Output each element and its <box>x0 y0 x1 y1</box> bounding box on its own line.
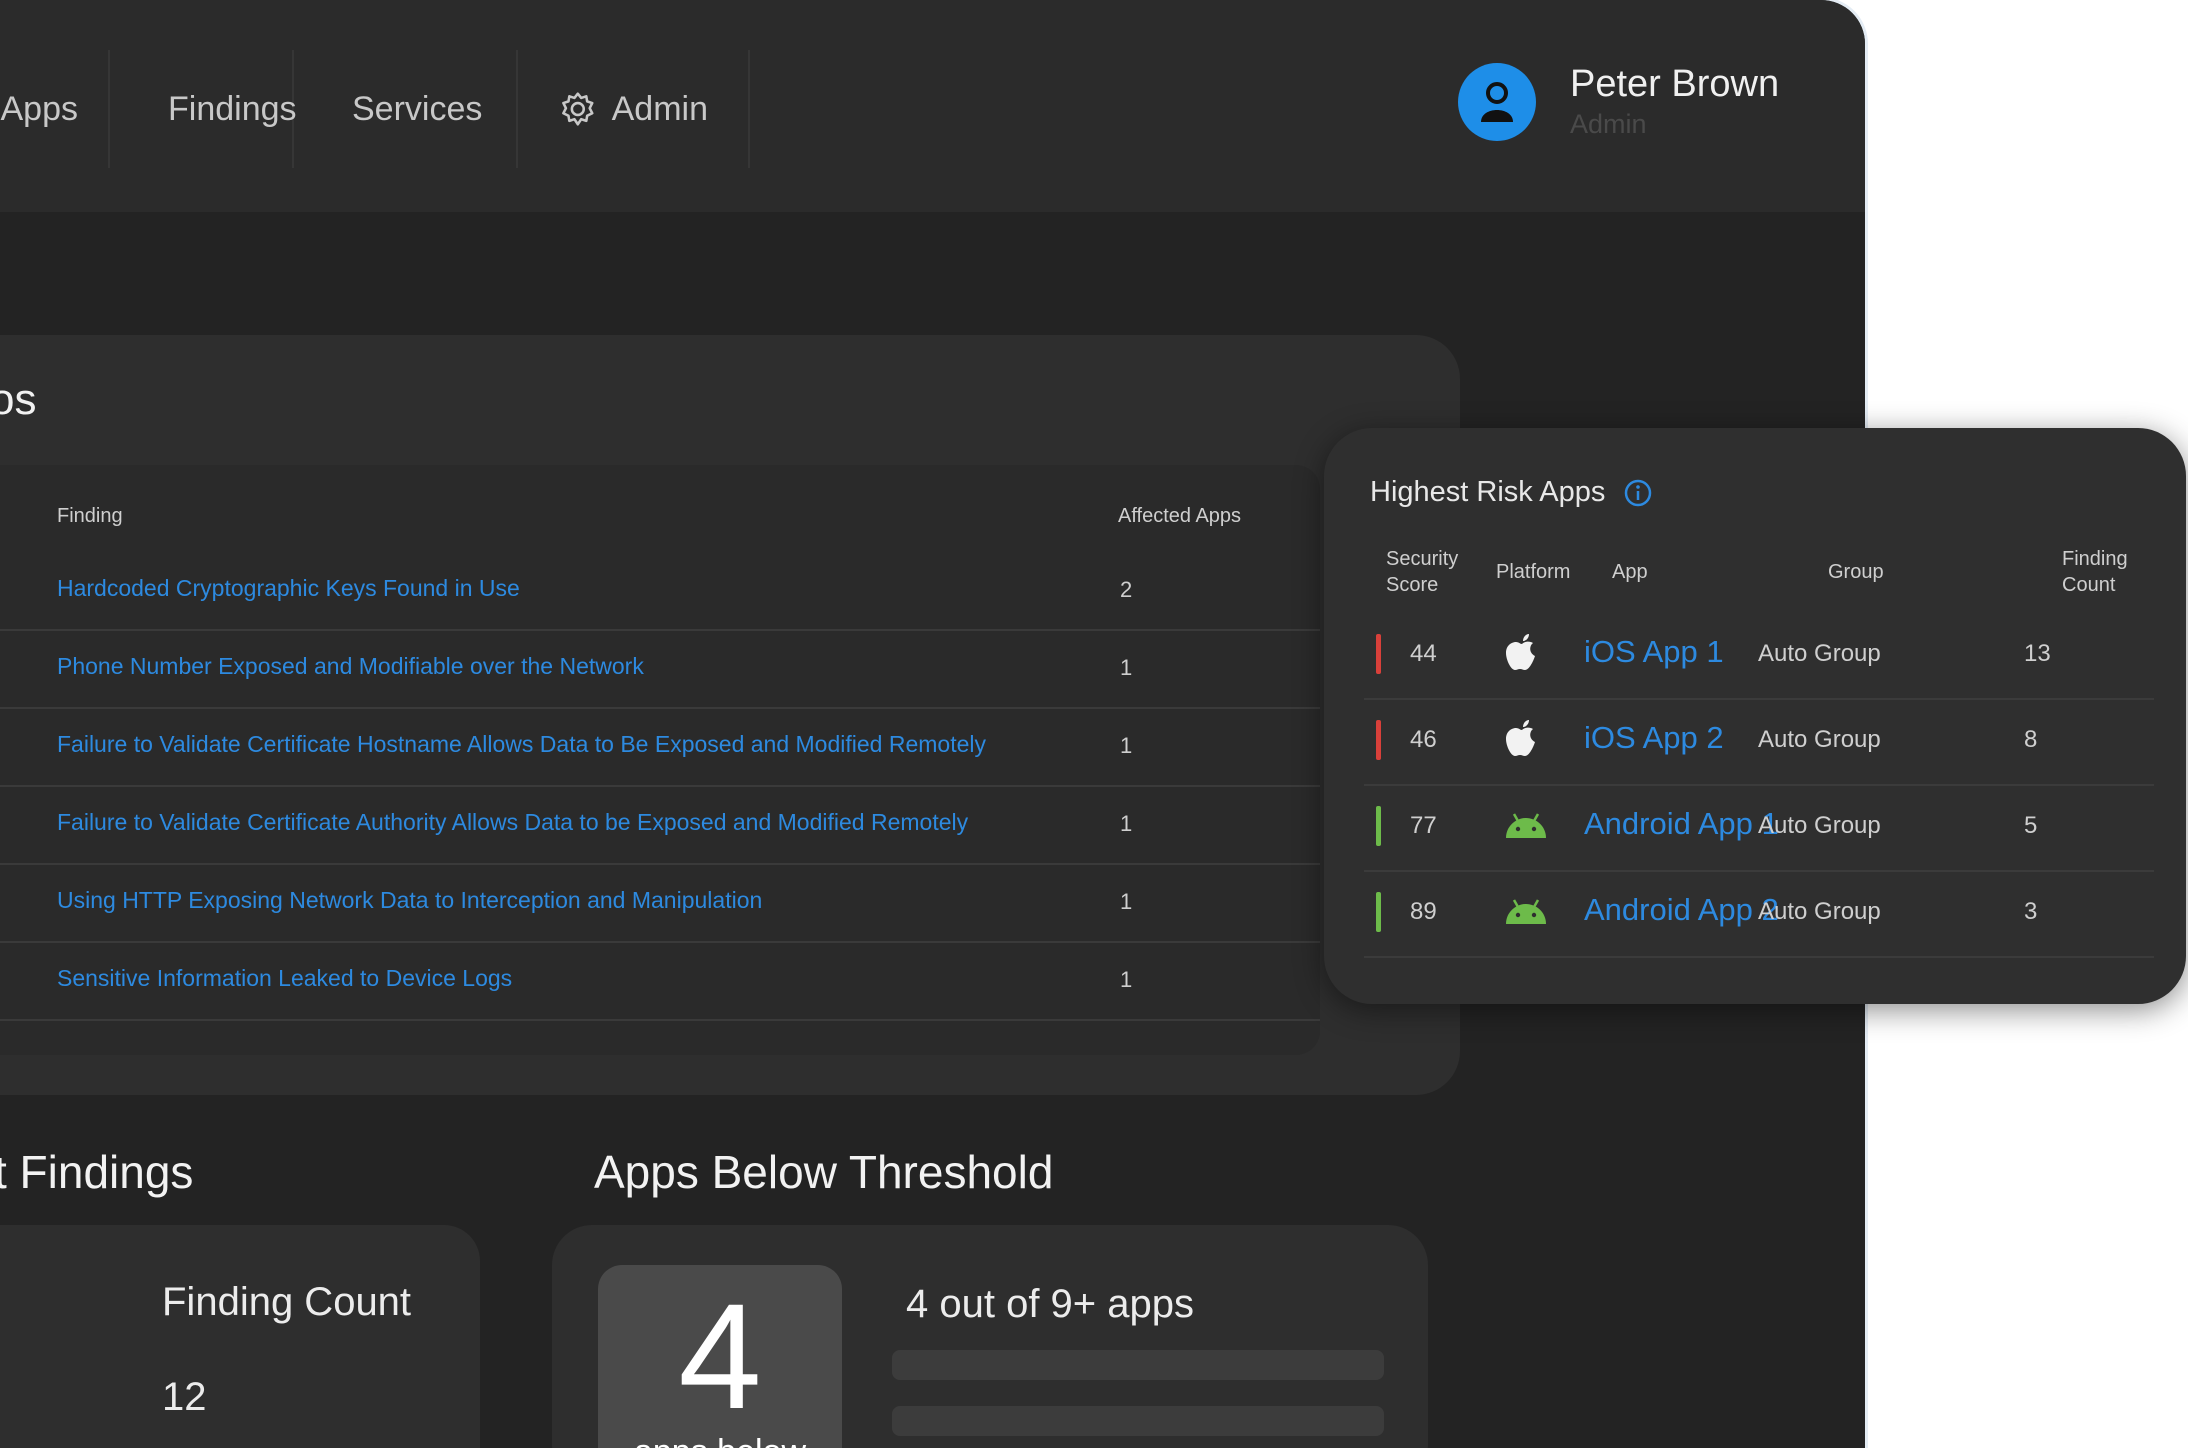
nav-services-label: Services <box>352 89 483 128</box>
risk-indicator <box>1376 720 1381 760</box>
security-score: 77 <box>1410 812 1437 839</box>
finding-link[interactable]: Failure to Validate Certificate Hostname… <box>57 731 986 758</box>
table-row[interactable]: 77 Android App 1 Auto Group 5 <box>1364 786 2154 872</box>
finding-count-value: 12 <box>162 1375 207 1419</box>
gear-icon <box>562 92 594 126</box>
finding-link[interactable]: Hardcoded Cryptographic Keys Found in Us… <box>57 575 520 602</box>
risk-indicator <box>1376 634 1381 674</box>
nav-services[interactable]: Services <box>296 50 518 168</box>
finding-count: 5 <box>2024 812 2038 839</box>
finding-count: 8 <box>2024 726 2038 753</box>
nav-apps-label: Apps <box>0 89 79 128</box>
placeholder-bar <box>892 1350 1384 1380</box>
threshold-summary: 4 out of 9+ apps <box>906 1282 1195 1326</box>
column-header-affected-apps: Affected Apps <box>1118 505 1242 527</box>
user-role: Admin <box>1570 109 1647 139</box>
nav-admin[interactable]: Admin <box>520 50 750 168</box>
finding-link[interactable]: Sensitive Information Leaked to Device L… <box>57 965 512 992</box>
table-row: Hardcoded Cryptographic Keys Found in Us… <box>0 553 1320 631</box>
affected-count: 1 <box>1120 967 1133 992</box>
nav-apps[interactable]: Apps <box>0 50 110 168</box>
table-row: Failure to Validate Certificate Authorit… <box>0 787 1320 865</box>
apple-icon <box>1506 634 1535 670</box>
finding-link[interactable]: Phone Number Exposed and Modifiable over… <box>57 653 644 680</box>
app-group: Auto Group <box>1758 640 1881 667</box>
affected-count: 1 <box>1120 655 1133 680</box>
table-row: Using HTTP Exposing Network Data to Inte… <box>0 865 1320 943</box>
nav-findings[interactable]: Findings <box>112 50 297 168</box>
highest-risk-apps-card: Highest Risk Apps Security Score Platfor… <box>1324 428 2186 1004</box>
security-score: 89 <box>1410 898 1437 925</box>
nav-admin-label: Admin <box>611 89 708 128</box>
app-link[interactable]: Android App 2 <box>1584 892 1779 928</box>
column-header-finding: Finding <box>57 505 123 527</box>
table-row[interactable]: 89 Android App 2 Auto Group 3 <box>1364 872 2154 958</box>
risk-indicator <box>1376 892 1381 932</box>
security-score: 46 <box>1410 726 1437 753</box>
app-group: Auto Group <box>1758 726 1881 753</box>
recent-findings-card <box>0 1225 480 1448</box>
column-header-security-score: Security Score <box>1386 548 1459 596</box>
finding-count: 3 <box>2024 898 2038 925</box>
table-row[interactable]: 46 iOS App 2 Auto Group 8 <box>1364 700 2154 786</box>
finding-link[interactable]: Using HTTP Exposing Network Data to Inte… <box>57 887 762 914</box>
app-group: Auto Group <box>1758 898 1881 925</box>
risk-indicator <box>1376 806 1381 846</box>
table-row: Failure to Validate Certificate Hostname… <box>0 709 1320 787</box>
user-name: Peter Brown <box>1570 63 1780 105</box>
app-link[interactable]: Android App 1 <box>1584 806 1779 842</box>
table-row: Sensitive Information Leaked to Device L… <box>0 943 1320 1021</box>
threshold-count-box: 4 apps below <box>598 1265 842 1448</box>
table-row: Phone Number Exposed and Modifiable over… <box>0 631 1320 709</box>
affected-count: 2 <box>1120 577 1133 602</box>
threshold-count: 4 <box>678 1272 762 1440</box>
affected-count: 1 <box>1120 889 1133 914</box>
avatar <box>1458 63 1536 141</box>
android-icon <box>1506 813 1546 838</box>
threshold-count-label: apps below <box>598 1433 842 1448</box>
finding-count: 13 <box>2024 640 2051 667</box>
affected-count: 1 <box>1120 811 1133 836</box>
highest-risk-apps-title: Highest Risk Apps <box>1370 476 1606 508</box>
apple-icon <box>1506 720 1535 756</box>
top-findings-title: os <box>0 375 37 424</box>
security-score: 44 <box>1410 640 1437 667</box>
app-link[interactable]: iOS App 1 <box>1584 634 1724 670</box>
apps-below-threshold-title: Apps Below Threshold <box>594 1146 1054 1198</box>
table-row[interactable]: 44 iOS App 1 Auto Group 13 <box>1364 614 2154 700</box>
placeholder-bar <box>892 1406 1384 1436</box>
app-link[interactable]: iOS App 2 <box>1584 720 1724 756</box>
column-header-platform: Platform <box>1496 561 1571 583</box>
nav-findings-label: Findings <box>168 89 297 128</box>
finding-link[interactable]: Failure to Validate Certificate Authorit… <box>57 809 968 836</box>
affected-count: 1 <box>1120 733 1133 758</box>
top-navigation-bar: Apps Findings Services Admin Peter Brown… <box>0 0 1865 212</box>
info-icon[interactable] <box>1623 478 1653 508</box>
column-header-finding-count: Finding Count <box>2062 548 2128 596</box>
user-menu[interactable]: Peter Brown Admin <box>1458 62 1779 142</box>
recent-findings-title: t Findings <box>0 1146 194 1198</box>
column-header-group: Group <box>1828 561 1884 583</box>
app-group: Auto Group <box>1758 812 1881 839</box>
user-icon <box>1481 82 1513 122</box>
column-header-app: App <box>1612 561 1648 583</box>
finding-count-header: Finding Count <box>162 1280 412 1324</box>
android-icon <box>1506 899 1546 924</box>
